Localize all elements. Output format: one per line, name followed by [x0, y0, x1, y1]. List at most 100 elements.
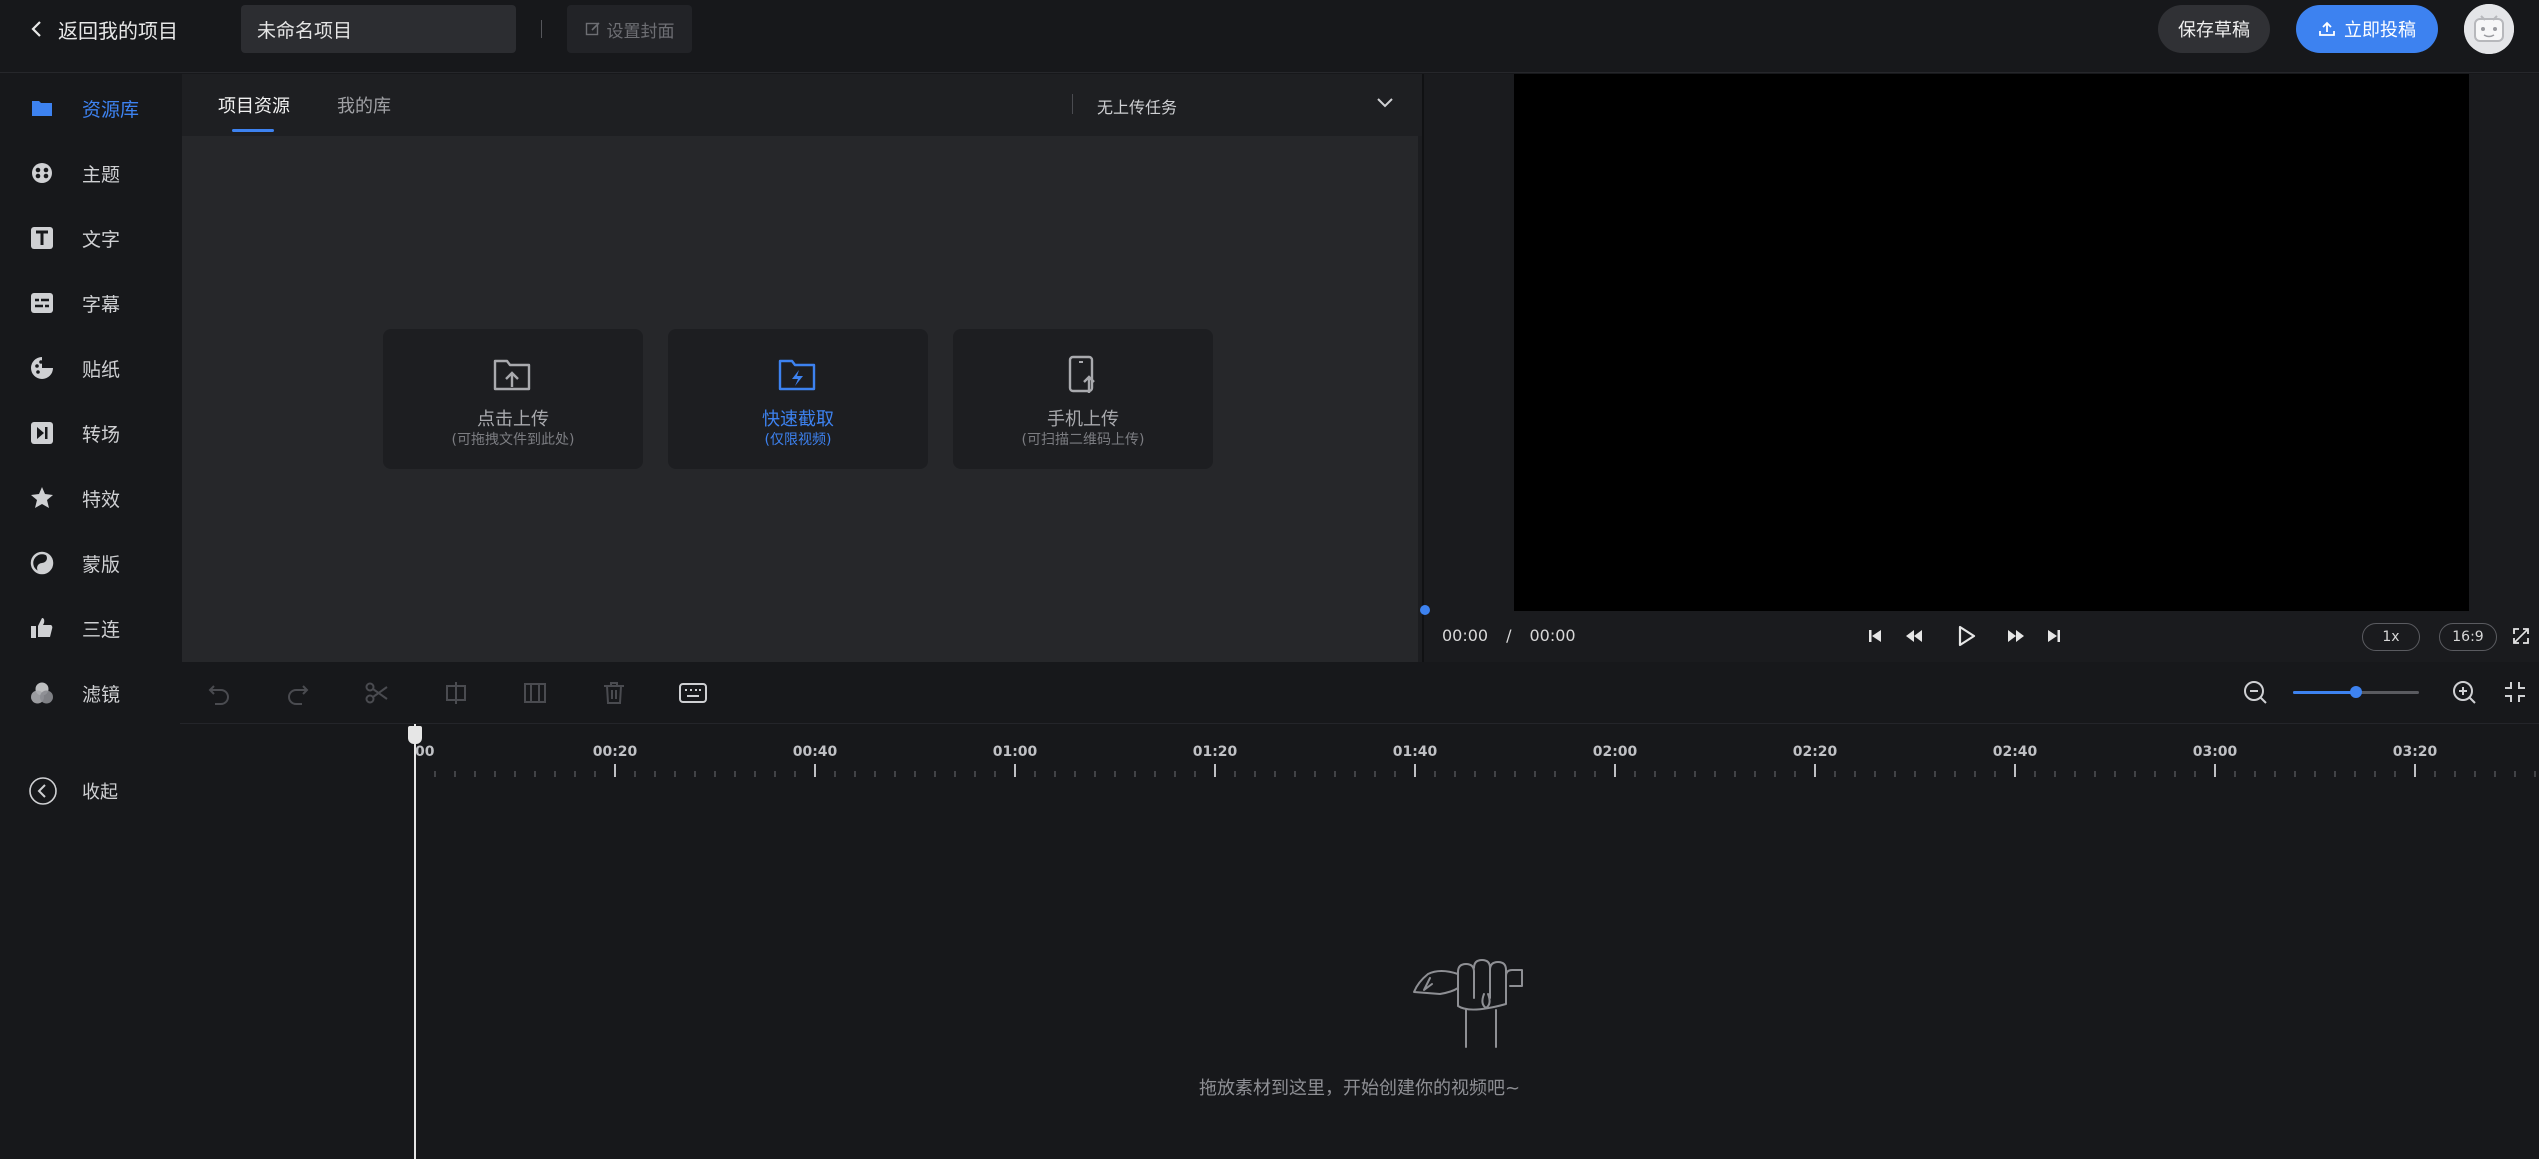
card-title: 点击上传 [477, 409, 549, 430]
sidebar-item-theme[interactable]: 主题 [0, 144, 180, 202]
top-bar: 返回我的项目 设置封面 保存草稿 立即投稿 [0, 0, 2539, 73]
sidebar-item-label: 资源库 [82, 98, 140, 121]
tab-my-library[interactable]: 我的库 [337, 92, 391, 118]
phone-upload-icon [1061, 355, 1103, 395]
sidebar-item-label: 贴纸 [82, 358, 121, 381]
time-separator: / [1506, 626, 1512, 645]
empty-timeline-hint: 拖放素材到这里，开始创建你的视频吧~ [1198, 1078, 1521, 1099]
trim-icon[interactable] [522, 680, 548, 706]
playback-speed-button[interactable]: 1x [2362, 623, 2420, 651]
ruler-tick-label: 00:20 [592, 744, 638, 760]
filter-icon [30, 681, 54, 705]
preview-panel: 00:00 / 00:00 1x 16:9 [1420, 74, 2539, 662]
assets-tabs: 项目资源 我的库 无上传任务 [182, 74, 1422, 136]
phone-upload-card[interactable]: 手机上传 (可扫描二维码上传) [953, 329, 1213, 469]
quick-capture-card[interactable]: 快速截取 (仅限视频) [668, 329, 928, 469]
playhead-handle[interactable] [408, 726, 422, 744]
total-time: 00:00 [1529, 626, 1576, 645]
ruler-tick-label: 01:20 [1192, 744, 1238, 760]
sidebar-item-label: 蒙版 [82, 553, 121, 576]
collapse-icon [28, 776, 58, 806]
video-canvas[interactable] [1514, 74, 2469, 611]
play-icon[interactable] [1956, 625, 1976, 647]
ruler-ticks [414, 764, 2536, 777]
sidebar-item-sticker[interactable]: 贴纸 [0, 339, 180, 397]
subtitle-icon [30, 291, 54, 315]
split-icon[interactable] [364, 680, 390, 706]
zoom-slider-handle[interactable] [2350, 686, 2362, 698]
avatar[interactable] [2464, 4, 2514, 54]
assets-panel: 项目资源 我的库 无上传任务 点击上传 (可拖拽文件到此处) 快速截取 (仅限视… [182, 74, 1422, 662]
step-back-icon[interactable] [1904, 628, 1924, 644]
zoom-slider-fill [2293, 691, 2356, 694]
divider [541, 20, 542, 38]
back-label: 返回我的项目 [58, 18, 178, 43]
time-display: 00:00 / 00:00 [1442, 626, 1576, 645]
card-subtitle: (可扫描二维码上传) [1021, 432, 1145, 448]
sticker-icon [30, 356, 54, 380]
timeline-ruler[interactable]: 00 00:20 00:40 01:00 01:20 01:40 02:00 02:20 02:… [180, 724, 2539, 784]
skip-end-icon[interactable] [2046, 628, 2062, 644]
fullscreen-icon[interactable] [2512, 627, 2530, 645]
thumbs-up-icon [30, 616, 54, 640]
folder-icon [30, 96, 54, 120]
sidebar-item-filter[interactable]: 滤镜 [0, 664, 180, 722]
redo-icon[interactable] [285, 680, 311, 706]
sidebar-item-mask[interactable]: 蒙版 [0, 534, 180, 592]
zoom-in-icon[interactable] [2451, 679, 2477, 705]
sidebar-item-label: 文字 [82, 228, 121, 251]
card-subtitle: (仅限视频) [764, 432, 832, 448]
zoom-slider[interactable] [2293, 686, 2419, 698]
sidebar-item-label: 三连 [82, 618, 121, 641]
effects-icon [30, 486, 54, 510]
publish-label: 立即投稿 [2344, 20, 2416, 41]
delete-icon[interactable] [601, 680, 627, 706]
ruler-tick-label: 00 [415, 744, 435, 760]
edit-icon [585, 21, 601, 37]
sidebar-item-transition[interactable]: 转场 [0, 404, 180, 462]
ruler-tick-label: 02:00 [1592, 744, 1638, 760]
card-title: 手机上传 [1047, 409, 1119, 430]
step-forward-icon[interactable] [2006, 628, 2026, 644]
set-cover-button[interactable]: 设置封面 [567, 5, 692, 53]
sidebar-item-subtitle[interactable]: 字幕 [0, 274, 180, 332]
sidebar-item-label: 特效 [82, 488, 121, 511]
text-icon [30, 226, 54, 250]
keyboard-icon[interactable] [678, 680, 708, 706]
folder-upload-icon [491, 355, 533, 395]
active-tab-indicator [232, 129, 274, 132]
tab-project-assets[interactable]: 项目资源 [218, 92, 290, 118]
folder-lightning-icon [776, 355, 818, 395]
sidebar-collapse-button[interactable]: 收起 [0, 762, 180, 820]
click-upload-card[interactable]: 点击上传 (可拖拽文件到此处) [383, 329, 643, 469]
divider [1072, 94, 1073, 114]
save-draft-button[interactable]: 保存草稿 [2158, 5, 2270, 53]
chevron-left-icon [30, 19, 44, 39]
upload-icon [2318, 20, 2336, 38]
set-cover-label: 设置封面 [606, 21, 675, 42]
sidebar-item-library[interactable]: 资源库 [0, 79, 180, 137]
skip-start-icon[interactable] [1867, 628, 1883, 644]
sidebar-item-text[interactable]: 文字 [0, 209, 180, 267]
zoom-out-icon[interactable] [2242, 679, 2268, 705]
fit-timeline-icon[interactable] [2502, 679, 2528, 705]
back-to-projects-button[interactable]: 返回我的项目 [30, 14, 178, 44]
transition-icon [30, 421, 54, 445]
ruler-tick-label: 03:00 [2192, 744, 2238, 760]
collapse-label: 收起 [82, 782, 118, 803]
ruler-tick-label: 02:40 [1992, 744, 2038, 760]
chevron-down-icon[interactable] [1375, 96, 1395, 110]
ruler-tick-label: 03:20 [2392, 744, 2438, 760]
project-name-input[interactable] [241, 5, 516, 53]
card-title: 快速截取 [762, 409, 834, 430]
progress-handle[interactable] [1420, 605, 1430, 615]
aspect-ratio-button[interactable]: 16:9 [2439, 623, 2497, 651]
current-time: 00:00 [1442, 626, 1489, 645]
undo-icon[interactable] [206, 680, 232, 706]
sidebar-item-triple[interactable]: 三连 [0, 599, 180, 657]
publish-button[interactable]: 立即投稿 [2296, 5, 2438, 53]
crop-icon[interactable] [443, 680, 469, 706]
sidebar-item-effects[interactable]: 特效 [0, 469, 180, 527]
sidebar-item-label: 转场 [82, 423, 121, 446]
sidebar-item-label: 字幕 [82, 293, 121, 316]
